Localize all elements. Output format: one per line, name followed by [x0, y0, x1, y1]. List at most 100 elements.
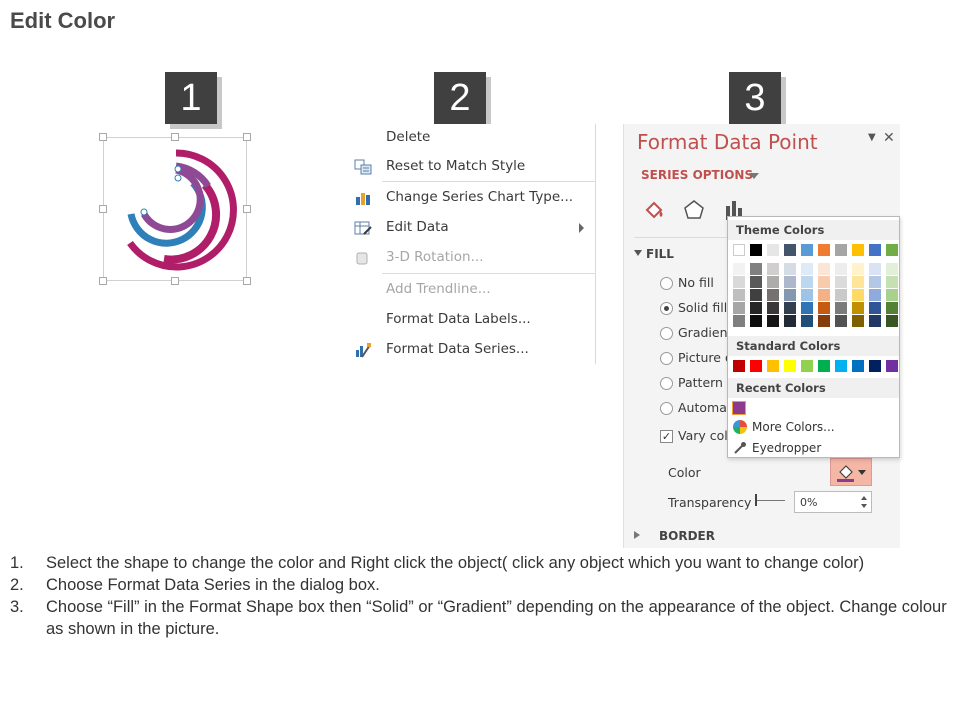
theme-shade-swatch[interactable]: [767, 315, 779, 327]
border-section-header[interactable]: BORDER: [659, 529, 715, 543]
theme-shade-swatch[interactable]: [835, 289, 847, 301]
theme-shade-swatch[interactable]: [784, 276, 796, 288]
fill-line-tab-icon[interactable]: [642, 198, 666, 222]
theme-shade-swatch[interactable]: [852, 302, 864, 314]
standard-color-swatch[interactable]: [886, 360, 898, 372]
spin-up-icon[interactable]: [861, 496, 867, 500]
theme-shade-swatch[interactable]: [767, 289, 779, 301]
theme-shade-swatch[interactable]: [818, 263, 830, 275]
theme-shade-swatch[interactable]: [801, 263, 813, 275]
transparency-input[interactable]: 0%: [794, 491, 872, 513]
theme-shade-swatch[interactable]: [767, 276, 779, 288]
fill-color-button[interactable]: [830, 458, 872, 486]
theme-shade-swatch[interactable]: [869, 315, 881, 327]
point-handle: [174, 174, 182, 182]
theme-shade-swatch[interactable]: [818, 315, 830, 327]
series-options-dropdown[interactable]: SERIES OPTIONS: [641, 168, 753, 182]
theme-color-swatch[interactable]: [818, 244, 830, 256]
theme-color-swatch[interactable]: [767, 244, 779, 256]
doughnut-chart[interactable]: [104, 138, 248, 282]
theme-shade-swatch[interactable]: [801, 315, 813, 327]
eyedropper-link[interactable]: Eyedropper: [752, 441, 821, 455]
theme-shade-swatch[interactable]: [869, 302, 881, 314]
chevron-down-icon: [858, 470, 866, 475]
theme-color-swatch[interactable]: [835, 244, 847, 256]
recent-color-swatch[interactable]: [732, 401, 746, 415]
theme-shade-swatch[interactable]: [818, 276, 830, 288]
theme-shade-swatch[interactable]: [784, 315, 796, 327]
fill-section-header[interactable]: FILL: [646, 247, 674, 261]
theme-shade-swatch[interactable]: [733, 289, 745, 301]
chevron-down-icon[interactable]: [749, 173, 759, 179]
theme-shade-swatch[interactable]: [750, 263, 762, 275]
menu-item-edit-data[interactable]: Edit Data: [350, 214, 596, 242]
theme-color-swatch[interactable]: [750, 244, 762, 256]
theme-color-swatch[interactable]: [886, 244, 898, 256]
standard-color-swatch[interactable]: [869, 360, 881, 372]
theme-shade-swatch[interactable]: [852, 289, 864, 301]
menu-item-format-data-labels[interactable]: Format Data Labels...: [350, 306, 596, 334]
standard-color-swatch[interactable]: [733, 360, 745, 372]
theme-color-swatch[interactable]: [869, 244, 881, 256]
theme-shade-swatch[interactable]: [835, 315, 847, 327]
standard-color-swatch[interactable]: [818, 360, 830, 372]
theme-shade-swatch[interactable]: [852, 276, 864, 288]
theme-shade-swatch[interactable]: [886, 315, 898, 327]
theme-shade-swatch[interactable]: [733, 315, 745, 327]
theme-shade-swatch[interactable]: [750, 289, 762, 301]
theme-color-swatch[interactable]: [733, 244, 745, 256]
theme-shade-swatch[interactable]: [852, 315, 864, 327]
theme-shade-swatch[interactable]: [886, 263, 898, 275]
expand-fill-icon[interactable]: [634, 250, 642, 256]
theme-shade-swatch[interactable]: [767, 302, 779, 314]
theme-color-swatch[interactable]: [784, 244, 796, 256]
effects-tab-icon[interactable]: [682, 198, 706, 222]
theme-shade-swatch[interactable]: [750, 315, 762, 327]
more-colors-link[interactable]: More Colors...: [752, 420, 835, 434]
theme-shade-swatch[interactable]: [750, 302, 762, 314]
theme-shade-swatch[interactable]: [784, 263, 796, 275]
theme-shade-swatch[interactable]: [801, 289, 813, 301]
theme-shade-swatch[interactable]: [784, 289, 796, 301]
standard-color-swatch[interactable]: [852, 360, 864, 372]
theme-shade-swatch[interactable]: [852, 263, 864, 275]
menu-item-delete[interactable]: Delete: [350, 124, 596, 152]
transparency-slider[interactable]: [757, 500, 785, 501]
theme-shade-swatch[interactable]: [733, 302, 745, 314]
theme-shade-swatch[interactable]: [750, 276, 762, 288]
selected-chart-shape[interactable]: [99, 133, 251, 285]
spin-down-icon[interactable]: [861, 504, 867, 508]
theme-shade-swatch[interactable]: [886, 302, 898, 314]
menu-item-format-data-series[interactable]: Format Data Series...: [350, 336, 596, 364]
theme-shade-swatch[interactable]: [869, 289, 881, 301]
standard-color-swatch[interactable]: [784, 360, 796, 372]
theme-shade-swatch[interactable]: [835, 302, 847, 314]
color-wheel-icon: [733, 420, 747, 434]
theme-shade-swatch[interactable]: [818, 289, 830, 301]
theme-shade-swatch[interactable]: [784, 302, 796, 314]
theme-shade-swatch[interactable]: [733, 276, 745, 288]
theme-shade-swatch[interactable]: [835, 263, 847, 275]
theme-shade-swatch[interactable]: [767, 263, 779, 275]
close-icon[interactable]: ✕: [883, 130, 895, 146]
theme-shade-swatch[interactable]: [835, 276, 847, 288]
step-badge-2: 2: [434, 72, 486, 124]
pane-options-icon[interactable]: ▼: [868, 132, 876, 143]
standard-color-swatch[interactable]: [801, 360, 813, 372]
theme-color-swatch[interactable]: [852, 244, 864, 256]
theme-shade-swatch[interactable]: [801, 276, 813, 288]
menu-item-reset-style[interactable]: Reset to Match Style: [350, 153, 596, 181]
theme-color-swatch[interactable]: [801, 244, 813, 256]
theme-shade-swatch[interactable]: [818, 302, 830, 314]
theme-shade-swatch[interactable]: [733, 263, 745, 275]
theme-shade-swatch[interactable]: [886, 289, 898, 301]
theme-shade-swatch[interactable]: [801, 302, 813, 314]
menu-item-change-chart-type[interactable]: Change Series Chart Type...: [350, 184, 596, 212]
theme-shade-swatch[interactable]: [869, 276, 881, 288]
standard-color-swatch[interactable]: [750, 360, 762, 372]
standard-color-swatch[interactable]: [835, 360, 847, 372]
expand-border-icon[interactable]: [634, 531, 640, 539]
theme-shade-swatch[interactable]: [886, 276, 898, 288]
theme-shade-swatch[interactable]: [869, 263, 881, 275]
standard-color-swatch[interactable]: [767, 360, 779, 372]
